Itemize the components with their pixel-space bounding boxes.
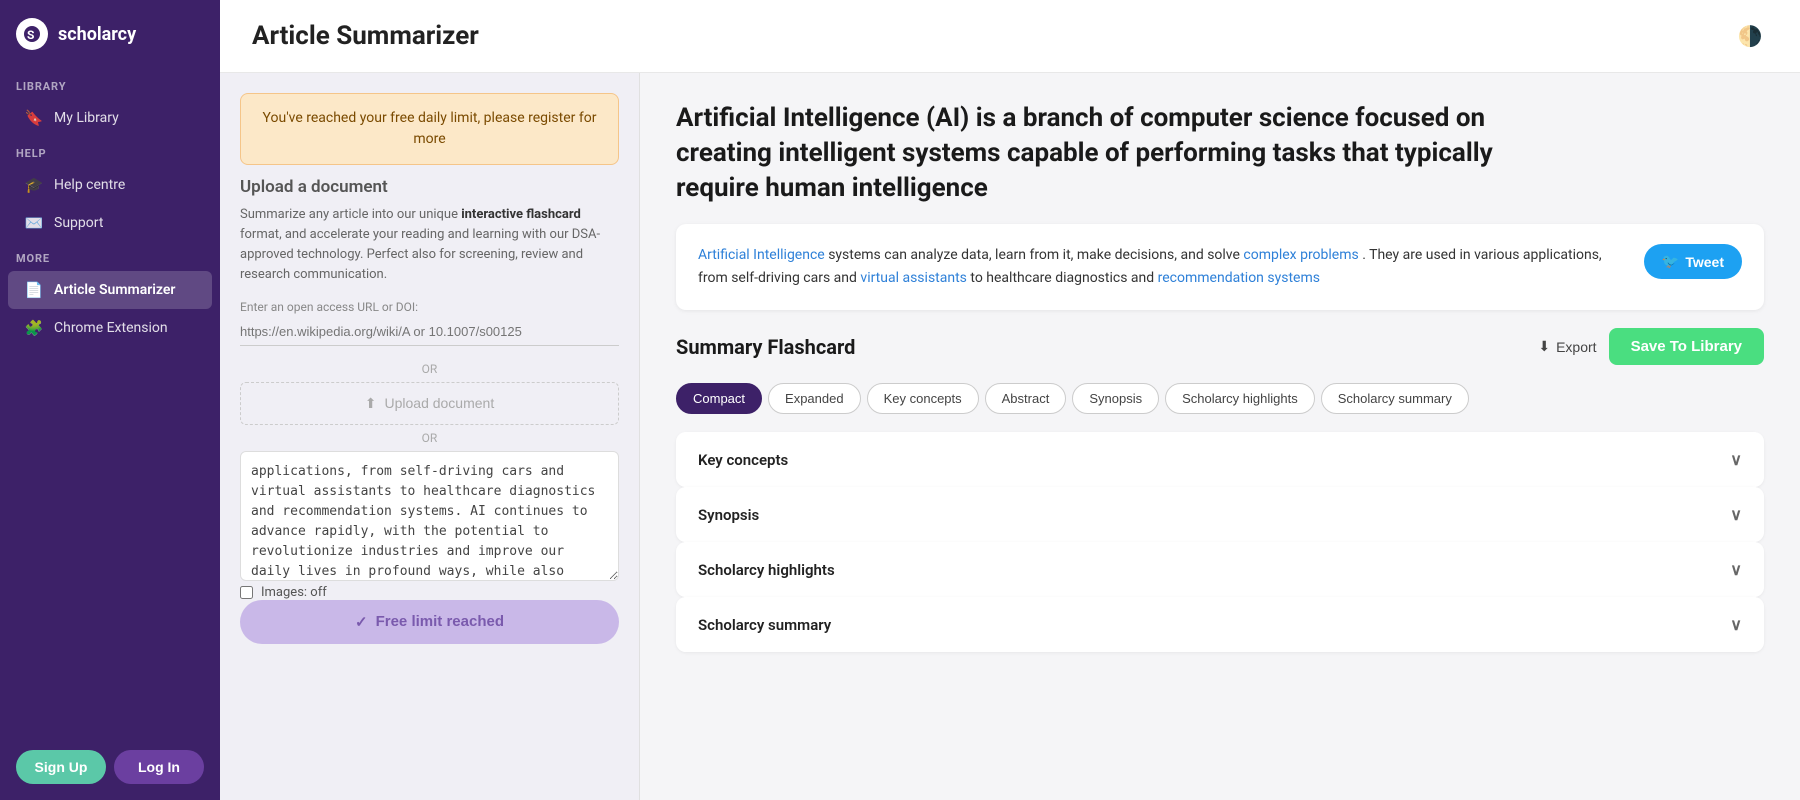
tab-scholarcy-summary[interactable]: Scholarcy summary [1321,383,1469,414]
puzzle-icon: 🧩 [24,319,44,337]
graduation-icon: 🎓 [24,176,44,194]
download-icon: ⬇ [1538,338,1550,355]
tab-expanded[interactable]: Expanded [768,383,861,414]
or-divider-1: OR [240,362,619,376]
summary-text-1: systems can analyze data, learn from it,… [828,247,1243,263]
svg-text:S: S [27,28,34,42]
accordion-synopsis: Synopsis ∨ [676,487,1764,542]
help-centre-label: Help centre [54,177,125,193]
export-label: Export [1556,339,1596,355]
signup-button[interactable]: Sign Up [16,750,106,784]
upload-doc-button[interactable]: ⬆ Upload document [240,382,619,425]
or-divider-2: OR [240,431,619,445]
export-button[interactable]: ⬇ Export [1538,338,1596,355]
article-icon: 📄 [24,281,44,299]
upload-title: Upload a document [240,177,619,197]
chevron-down-icon: ∨ [1730,560,1742,579]
check-icon: ✓ [355,613,368,631]
tweet-button[interactable]: 🐦 Tweet [1644,244,1742,279]
right-panel: Artificial Intelligence (AI) is a branch… [640,73,1800,800]
save-to-library-button[interactable]: Save To Library [1609,328,1764,365]
free-limit-alert: You've reached your free daily limit, pl… [240,93,619,165]
summary-link-virtual[interactable]: virtual assistants [860,270,967,286]
tab-scholarcy-highlights[interactable]: Scholarcy highlights [1165,383,1315,414]
summary-link-complex[interactable]: complex problems [1243,247,1358,263]
twitter-icon: 🐦 [1662,253,1679,270]
accordion-scholarcy-summary: Scholarcy summary ∨ [676,597,1764,652]
accordion-label-scholarcy-highlights: Scholarcy highlights [698,561,835,579]
login-button[interactable]: Log In [114,750,204,784]
accordion-header-synopsis[interactable]: Synopsis ∨ [676,487,1764,542]
page-title: Article Summarizer [252,21,479,51]
chrome-extension-label: Chrome Extension [54,320,168,336]
help-section-label: HELP [0,137,220,166]
summary-link-ai[interactable]: Artificial Intelligence [698,247,825,263]
more-section-label: MORE [0,242,220,271]
main-area: Article Summarizer 🌗 You've reached your… [220,0,1800,800]
accordion-label-scholarcy-summary: Scholarcy summary [698,616,831,634]
auth-buttons: Sign Up Log In [0,734,220,800]
accordion-key-concepts: Key concepts ∨ [676,432,1764,487]
article-title: Artificial Intelligence (AI) is a branch… [676,101,1536,206]
tab-synopsis[interactable]: Synopsis [1072,383,1159,414]
tab-compact[interactable]: Compact [676,383,762,414]
chevron-down-icon: ∨ [1730,505,1742,524]
article-summarizer-label: Article Summarizer [54,282,175,298]
tab-key-concepts[interactable]: Key concepts [867,383,979,414]
flashcard-title: Summary Flashcard [676,335,855,359]
support-label: Support [54,215,103,231]
theme-toggle-button[interactable]: 🌗 [1732,18,1768,54]
bookmark-icon: 🔖 [24,109,44,127]
tweet-label: Tweet [1685,254,1724,270]
url-input[interactable] [240,318,619,346]
logo-icon: S [16,18,48,50]
envelope-icon: ✉️ [24,214,44,232]
main-content: You've reached your free daily limit, pl… [220,73,1800,800]
sidebar: S scholarcy LIBRARY 🔖 My Library HELP 🎓 … [0,0,220,800]
app-logo: S scholarcy [0,0,220,70]
summary-card: Artificial Intelligence systems can anal… [676,224,1764,310]
accordion-scholarcy-highlights: Scholarcy highlights ∨ [676,542,1764,597]
accordion-header-scholarcy-highlights[interactable]: Scholarcy highlights ∨ [676,542,1764,597]
images-checkbox[interactable] [240,586,253,599]
left-panel: You've reached your free daily limit, pl… [220,73,640,800]
upload-desc-bold: interactive flashcard [461,207,581,222]
upload-icon: ⬆ [365,395,377,412]
sidebar-item-chrome-extension[interactable]: 🧩 Chrome Extension [8,309,212,347]
sidebar-item-help-centre[interactable]: 🎓 Help centre [8,166,212,204]
chevron-down-icon: ∨ [1730,615,1742,634]
main-header: Article Summarizer 🌗 [220,0,1800,73]
flashcard-actions: ⬇ Export Save To Library [1538,328,1764,365]
upload-doc-label: Upload document [384,395,494,411]
chevron-down-icon: ∨ [1730,450,1742,469]
upload-description: Summarize any article into our unique in… [240,205,619,286]
article-text-input[interactable]: applications, from self-driving cars and… [240,451,619,581]
free-limit-button[interactable]: ✓ Free limit reached [240,600,619,644]
tabs-row: CompactExpandedKey conceptsAbstractSynop… [676,383,1764,414]
upload-desc-rest: format, and accelerate your reading and … [240,227,600,282]
flashcard-header: Summary Flashcard ⬇ Export Save To Libra… [676,328,1764,365]
my-library-label: My Library [54,110,119,126]
sidebar-item-article-summarizer[interactable]: 📄 Article Summarizer [8,271,212,309]
accordions-container: Key concepts∨Synopsis∨Scholarcy highligh… [676,432,1764,652]
app-name: scholarcy [58,24,136,45]
images-label: Images: off [261,585,327,600]
tab-abstract[interactable]: Abstract [985,383,1067,414]
images-checkbox-row: Images: off [240,585,619,600]
upload-section: Upload a document Summarize any article … [240,177,619,644]
library-section-label: LIBRARY [0,70,220,99]
accordion-label-key-concepts: Key concepts [698,451,788,469]
accordion-header-key-concepts[interactable]: Key concepts ∨ [676,432,1764,487]
sidebar-item-support[interactable]: ✉️ Support [8,204,212,242]
accordion-header-scholarcy-summary[interactable]: Scholarcy summary ∨ [676,597,1764,652]
upload-desc-plain: Summarize any article into our unique [240,207,461,222]
free-limit-label: Free limit reached [376,613,504,630]
summary-link-recommendation[interactable]: recommendation systems [1158,270,1320,286]
accordion-label-synopsis: Synopsis [698,506,759,524]
url-label: Enter an open access URL or DOI: [240,300,619,314]
sidebar-item-my-library[interactable]: 🔖 My Library [8,99,212,137]
summary-text: Artificial Intelligence systems can anal… [698,244,1628,290]
summary-text-3: to healthcare diagnostics and [970,270,1157,286]
